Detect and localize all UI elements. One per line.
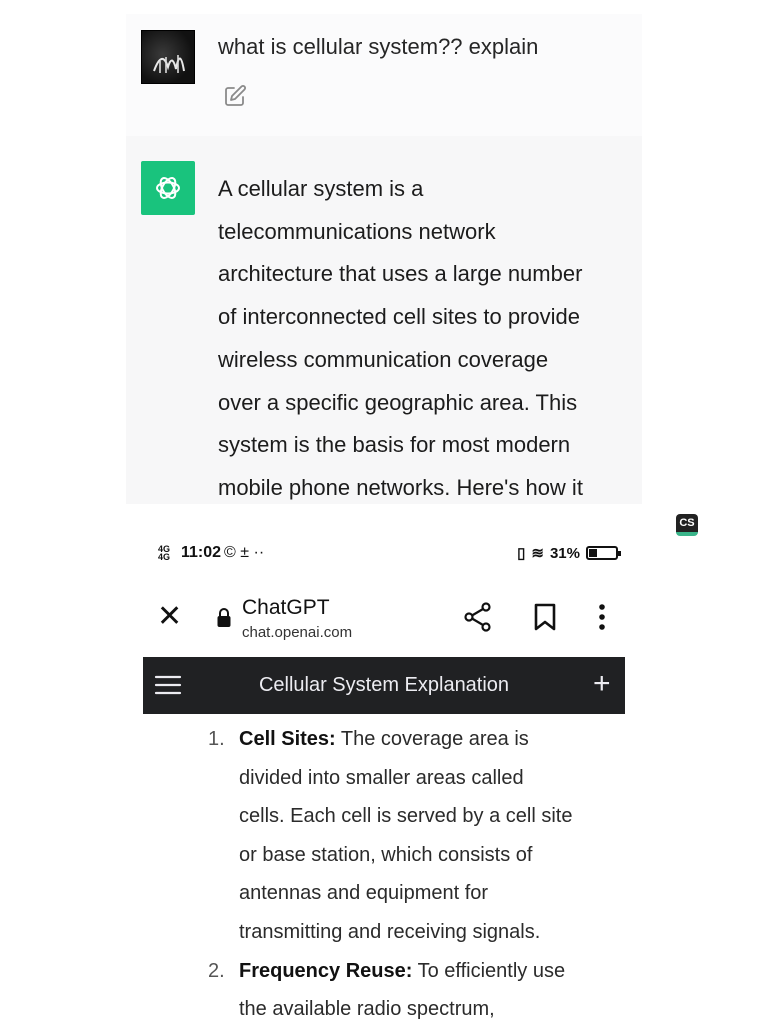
wifi-icon: ≋ xyxy=(531,545,544,562)
chatgpt-avatar xyxy=(141,161,195,215)
list-line: cells. Each cell is served by a cell sit… xyxy=(239,805,573,828)
list-item: 1. Cell Sites: The coverage area is divi… xyxy=(206,720,616,952)
battery-percent: 31% xyxy=(549,544,580,562)
chat-panel: what is cellular system?? explain A cell… xyxy=(126,14,642,504)
answer-list: 1. Cell Sites: The coverage area is divi… xyxy=(206,720,616,1024)
share-icon[interactable] xyxy=(463,602,493,632)
answer-line: telecommunications network xyxy=(218,218,496,244)
list-line-text: The coverage area is xyxy=(335,728,529,750)
openai-logo-icon xyxy=(156,177,180,199)
camscanner-badge: CS xyxy=(676,514,698,536)
site-url[interactable]: chat.openai.com xyxy=(242,624,352,641)
list-number: 2. xyxy=(208,959,225,982)
list-line: antennas and equipment for xyxy=(239,882,489,905)
answer-line: over a specific geographic area. This xyxy=(218,389,578,415)
list-number: 1. xyxy=(208,728,225,750)
conversation-title: Cellular System Explanation xyxy=(258,674,510,696)
status-right: ▯ ≋ 31% xyxy=(517,544,621,562)
list-line: the available radio spectrum, xyxy=(239,998,495,1021)
list-line: or base station, which consists of xyxy=(239,843,533,866)
answer-line: wireless communication coverage xyxy=(218,346,549,372)
chat-header: Cellular System Explanation + xyxy=(143,657,625,714)
more-vertical-icon[interactable] xyxy=(595,602,609,632)
battery-icon xyxy=(586,546,621,560)
answer-line: system is the basis for most modern xyxy=(218,432,571,458)
notification-icons: © ± ·· xyxy=(224,544,265,561)
user-message-text: what is cellular system?? explain xyxy=(218,34,539,59)
status-left: 4G 4G 11:02 © ± ·· xyxy=(158,544,264,562)
list-heading: Cell Sites: xyxy=(239,728,336,750)
status-time: 11:02 xyxy=(181,544,222,561)
new-chat-icon[interactable]: + xyxy=(593,669,611,699)
status-bar: 4G 4G 11:02 © ± ·· ▯ ≋ 31% xyxy=(158,544,621,568)
close-icon[interactable]: ✕ xyxy=(157,602,182,632)
list-line: Frequency Reuse: To efficiently use xyxy=(239,952,616,991)
list-line-text: To efficiently use xyxy=(412,959,566,982)
answer-line: architecture that uses a large number xyxy=(218,261,583,287)
assistant-message-row: A cellular system is a telecommunication… xyxy=(126,148,642,504)
browser-toolbar: ✕ ChatGPT chat.openai.com xyxy=(143,590,625,650)
bookmark-icon[interactable] xyxy=(533,603,557,631)
list-heading: Frequency Reuse: xyxy=(239,959,413,982)
list-line: divided into smaller areas called xyxy=(239,766,524,789)
assistant-answer: A cellular system is a telecommunication… xyxy=(218,168,628,510)
user-message-row: what is cellular system?? explain xyxy=(126,14,642,136)
answer-line: of interconnected cell sites to provide xyxy=(218,304,580,330)
user-avatar xyxy=(141,30,195,84)
list-line: transmitting and receiving signals. xyxy=(239,920,541,943)
list-item: 2. Frequency Reuse: To efficiently use t… xyxy=(206,952,616,1024)
answer-line: mobile phone networks. Here's how it xyxy=(218,474,583,500)
edit-icon[interactable] xyxy=(223,84,247,108)
list-line: Cell Sites: The coverage area is xyxy=(239,720,616,759)
lock-icon xyxy=(217,608,231,627)
calligraphy-avatar-icon xyxy=(153,55,185,73)
answer-line: A cellular system is a xyxy=(218,176,424,201)
battery-level xyxy=(589,549,597,557)
signal-icon: 4G 4G xyxy=(158,544,171,562)
site-title: ChatGPT xyxy=(242,596,330,619)
vibrate-icon: ▯ xyxy=(517,545,526,562)
